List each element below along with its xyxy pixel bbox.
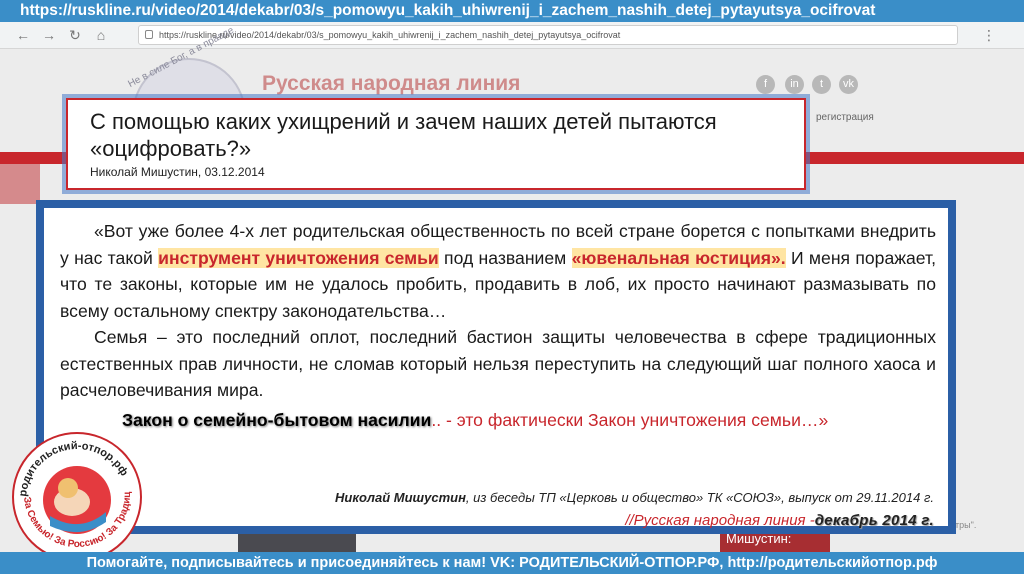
quote-text: под названием — [438, 247, 572, 268]
back-arrow-icon[interactable]: ← — [14, 26, 32, 44]
highlight-text: инструмент уничтожения семьи — [158, 247, 439, 268]
bottom-banner-text: Помогайте, подписывайтесь и присоединяйт… — [86, 555, 938, 571]
quote-frame: «Вот уже более 4-х лет родительская обще… — [36, 200, 956, 534]
lock-icon — [145, 30, 153, 39]
law-conclusion: это фактически Закон уничтожения семьи…» — [456, 409, 829, 430]
source-name: //Русская народная линия - — [625, 512, 815, 529]
quote-box: «Вот уже более 4-х лет родительская обще… — [44, 208, 948, 529]
top-url-banner: https://ruskline.ru/video/2014/dekabr/03… — [0, 0, 1024, 22]
law-dash: .. - — [431, 409, 457, 430]
reload-icon[interactable]: ↻ — [66, 26, 84, 44]
address-bar[interactable]: https://ruskline.ru/video/2014/dekabr/03… — [138, 25, 958, 45]
forward-arrow-icon[interactable]: → — [40, 26, 58, 44]
attribution-detail: , из беседы ТП «Церковь и общество» ТК «… — [465, 490, 934, 505]
headline-byline: Николай Мишустин, 03.12.2014 — [90, 165, 265, 179]
quote-paragraph-1: «Вот уже более 4-х лет родительская обще… — [60, 218, 936, 324]
source-date: декабрь 2014 г. — [814, 512, 934, 529]
attribution-author: Николай Мишустин — [335, 490, 466, 505]
attribution: Николай Мишустин, из беседы ТП «Церковь … — [335, 490, 934, 505]
highlight-text: «ювенальная юстиция». — [571, 247, 786, 268]
site-side-band — [0, 164, 40, 204]
site-name: Русская народная линия — [262, 72, 521, 95]
headline-card: С помощью каких ухищрений и зачем наших … — [66, 98, 806, 190]
facebook-icon[interactable]: f — [756, 75, 775, 94]
headline-title: С помощью каких ухищрений и зачем наших … — [90, 109, 717, 161]
register-link[interactable]: регистрация — [816, 112, 874, 123]
linkedin-icon[interactable]: in — [785, 75, 804, 94]
menu-icon[interactable]: ⋮ — [980, 26, 998, 44]
child-hair-icon — [58, 478, 78, 498]
home-icon[interactable]: ⌂ — [92, 26, 110, 44]
parental-resistance-emblem: родительский-отпор.рф За Семью! За Росси… — [10, 430, 142, 562]
bottom-banner: Помогайте, подписывайтесь и присоединяйт… — [0, 552, 1024, 574]
browser-toolbar: ← → ↻ ⌂ https://ruskline.ru/video/2014/d… — [0, 22, 1024, 49]
law-statement: Закон о семейно-бытовом насилии.. - это … — [60, 406, 936, 434]
source-line: //Русская народная линия -декабрь 2014 г… — [625, 512, 934, 529]
twitter-icon[interactable]: t — [812, 75, 831, 94]
top-url-text: https://ruskline.ru/video/2014/dekabr/03… — [20, 2, 876, 19]
vk-icon[interactable]: vk — [839, 75, 858, 94]
law-name: Закон о семейно-бытовом насилии — [122, 409, 432, 430]
quote-paragraph-2: Семья – это последний оплот, последний б… — [60, 327, 936, 400]
